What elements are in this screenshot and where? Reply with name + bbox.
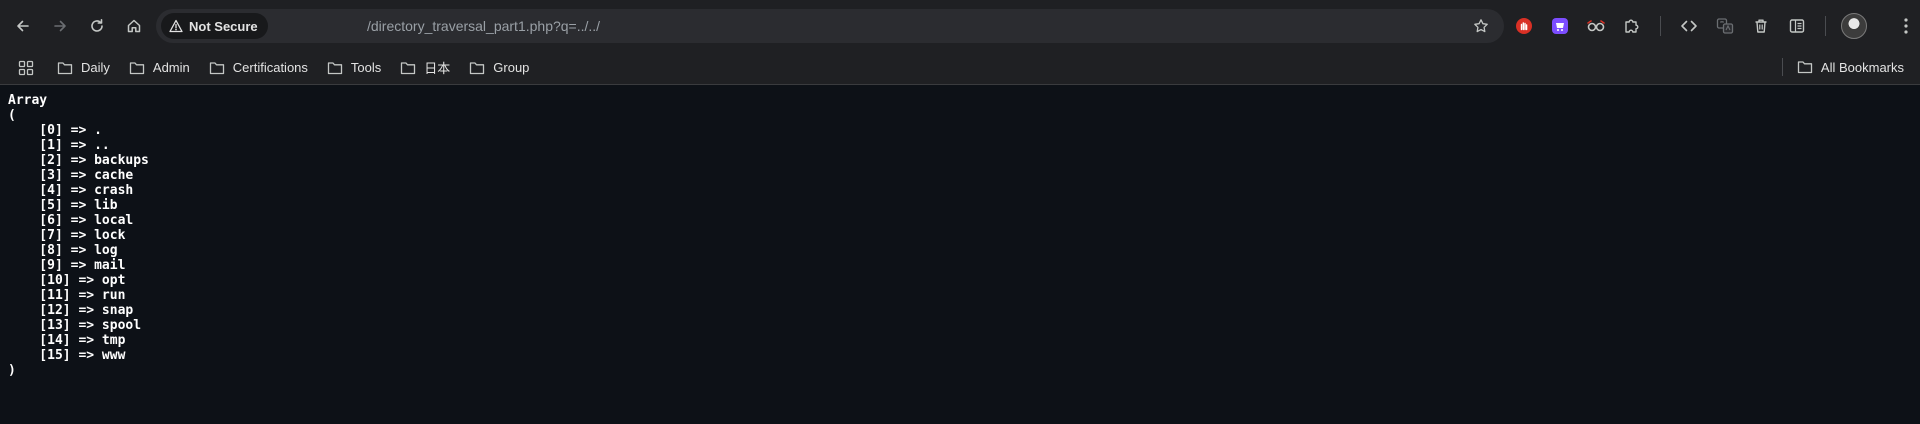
bookmark-label: 日本	[424, 61, 451, 76]
address-bar[interactable]: Not Secure /directory_traversal_part1.ph…	[156, 9, 1504, 43]
folder-icon	[209, 61, 224, 74]
extensions-button[interactable]	[1616, 10, 1648, 42]
toolbar-divider	[1660, 16, 1661, 36]
bookmark-label: Admin	[152, 60, 190, 75]
devtools-button[interactable]	[1673, 10, 1705, 42]
bookmark-list: Daily Admin Certifications Tools 日本 Grou…	[49, 55, 537, 81]
bookmarks-bar: Daily Admin Certifications Tools 日本 Grou…	[0, 51, 1920, 85]
apps-button[interactable]	[14, 56, 38, 80]
back-arrow-icon	[16, 20, 29, 31]
glasses-extension-icon	[1587, 20, 1605, 32]
folder-icon	[129, 61, 145, 74]
profile-button[interactable]	[1838, 10, 1870, 42]
home-icon	[127, 19, 140, 32]
all-bookmarks-label: All Bookmarks	[1820, 59, 1904, 75]
navigation-controls	[6, 10, 150, 42]
php-array-output: Array ( [0] => . [1] => .. [2] => backup…	[8, 93, 149, 378]
trash-icon	[1755, 19, 1767, 33]
forward-button[interactable]	[43, 10, 76, 42]
bookmark-label: Tools	[350, 60, 382, 75]
folder-icon	[401, 61, 416, 74]
avatar	[1841, 13, 1867, 39]
page-content: Array ( [0] => . [1] => .. [2] => backup…	[0, 85, 1920, 386]
purple-extension-button[interactable]	[1544, 10, 1576, 42]
purple-extension-icon	[1552, 18, 1568, 34]
bookmark-label: Group	[493, 60, 530, 75]
apps-grid-icon	[18, 60, 34, 75]
all-bookmarks-area: All Bookmarks	[1781, 54, 1912, 80]
bookmark-folder-admin[interactable]: Admin	[121, 55, 198, 81]
folder-icon	[470, 61, 485, 74]
bookmark-folder-daily[interactable]: Daily	[49, 55, 118, 81]
security-indicator[interactable]: Not Secure	[161, 13, 268, 39]
reading-list-icon	[1789, 19, 1805, 33]
forward-arrow-icon	[53, 20, 66, 31]
star-icon	[1474, 19, 1488, 33]
reading-list-button[interactable]	[1781, 10, 1813, 42]
trash-button[interactable]	[1745, 10, 1777, 42]
security-label: Not Secure	[189, 18, 258, 34]
reload-icon	[90, 18, 103, 32]
translate-button[interactable]	[1709, 10, 1741, 42]
hand-extension-icon	[1516, 18, 1532, 34]
folder-icon	[327, 61, 343, 74]
kebab-menu-icon	[1904, 18, 1908, 34]
menu-button[interactable]	[1896, 9, 1920, 43]
all-bookmarks-button[interactable]: All Bookmarks	[1789, 54, 1912, 80]
warning-triangle-icon	[169, 19, 183, 33]
code-icon	[1681, 20, 1697, 32]
extensions-area	[1508, 9, 1870, 43]
browser-toolbar: Not Secure /directory_traversal_part1.ph…	[0, 0, 1920, 51]
bookmark-folder-tools[interactable]: Tools	[319, 55, 389, 81]
glasses-extension-button[interactable]	[1580, 10, 1612, 42]
bookmark-folder-certifications[interactable]: Certifications	[201, 55, 316, 81]
folder-icon	[1797, 61, 1813, 74]
translate-icon	[1716, 18, 1734, 34]
bookmark-folder-group[interactable]: Group	[461, 55, 537, 81]
toolbar-divider	[1825, 16, 1826, 36]
bookmarks-divider	[1781, 58, 1783, 76]
hand-extension-button[interactable]	[1508, 10, 1540, 42]
puzzle-icon	[1625, 19, 1639, 33]
back-button[interactable]	[6, 10, 39, 42]
url-text[interactable]: /directory_traversal_part1.php?q=../../	[367, 9, 600, 43]
bookmark-label: Certifications	[232, 60, 308, 75]
folder-icon	[57, 61, 73, 74]
bookmark-folder-japan[interactable]: 日本	[392, 55, 458, 81]
bookmark-label: Daily	[81, 60, 110, 75]
home-button[interactable]	[117, 10, 150, 42]
reload-button[interactable]	[80, 10, 113, 42]
bookmark-star-button[interactable]	[1470, 15, 1492, 37]
